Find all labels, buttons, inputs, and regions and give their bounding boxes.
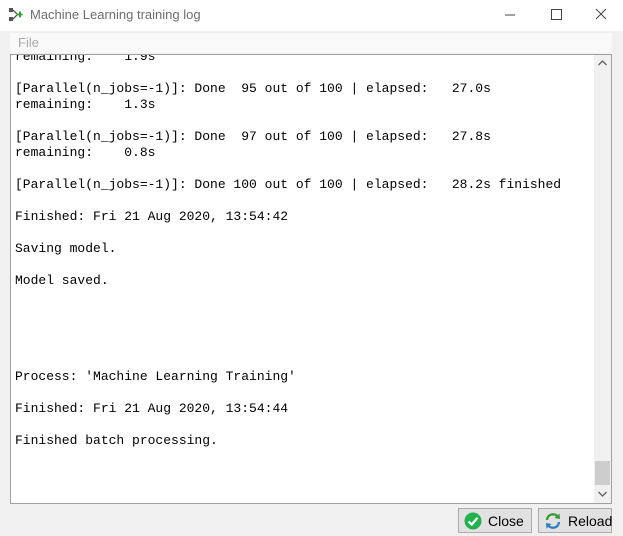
log-line: [Parallel(n_jobs=-1)]: Done 95 out of 10…	[15, 81, 491, 96]
log-line: remaining: 1.9s	[15, 54, 156, 64]
scroll-down-button[interactable]	[594, 486, 611, 503]
log-line: Model saved.	[15, 273, 109, 288]
maximize-icon	[551, 9, 562, 20]
log-line: Finished: Fri 21 Aug 2020, 13:54:44	[15, 401, 289, 416]
log-text: remaining: 1.9s [Parallel(n_jobs=-1)]: Do…	[15, 54, 590, 503]
log-line: [Parallel(n_jobs=-1)]: Done 100 out of 1…	[15, 177, 562, 192]
scroll-up-button[interactable]	[594, 55, 611, 72]
workflow-icon	[9, 8, 23, 21]
menu-file[interactable]: File	[18, 35, 39, 50]
reload-button-label: Reload	[568, 513, 613, 529]
log-line: Finished batch processing.	[15, 433, 218, 448]
log-line: [Parallel(n_jobs=-1)]: Done 97 out of 10…	[15, 129, 491, 144]
window-close-button[interactable]	[578, 0, 623, 29]
maximize-button[interactable]	[533, 0, 579, 29]
window-title: Machine Learning training log	[30, 7, 201, 22]
reload-button[interactable]: Reload	[538, 508, 612, 533]
refresh-icon	[545, 513, 561, 529]
log-line: Finished: Fri 21 Aug 2020, 13:54:42	[15, 209, 289, 224]
close-button[interactable]: Close	[458, 508, 532, 533]
chevron-up-icon	[598, 60, 607, 66]
minimize-button[interactable]	[487, 0, 533, 29]
close-icon	[595, 8, 607, 20]
scroll-thumb[interactable]	[595, 461, 610, 485]
chevron-down-icon	[598, 491, 607, 497]
check-circle-icon	[464, 512, 482, 530]
minimize-icon	[505, 14, 515, 16]
log-line: Process: 'Machine Learning Training'	[15, 369, 296, 384]
title-bar: Machine Learning training log	[0, 0, 623, 31]
menu-bar: File	[10, 33, 612, 53]
log-output[interactable]: remaining: 1.9s [Parallel(n_jobs=-1)]: Do…	[10, 54, 612, 504]
log-line: remaining: 1.3s	[15, 97, 156, 112]
log-line: Saving model.	[15, 241, 117, 256]
close-button-label: Close	[488, 513, 524, 529]
vertical-scrollbar[interactable]	[594, 55, 611, 503]
log-line: remaining: 0.8s	[15, 145, 156, 160]
